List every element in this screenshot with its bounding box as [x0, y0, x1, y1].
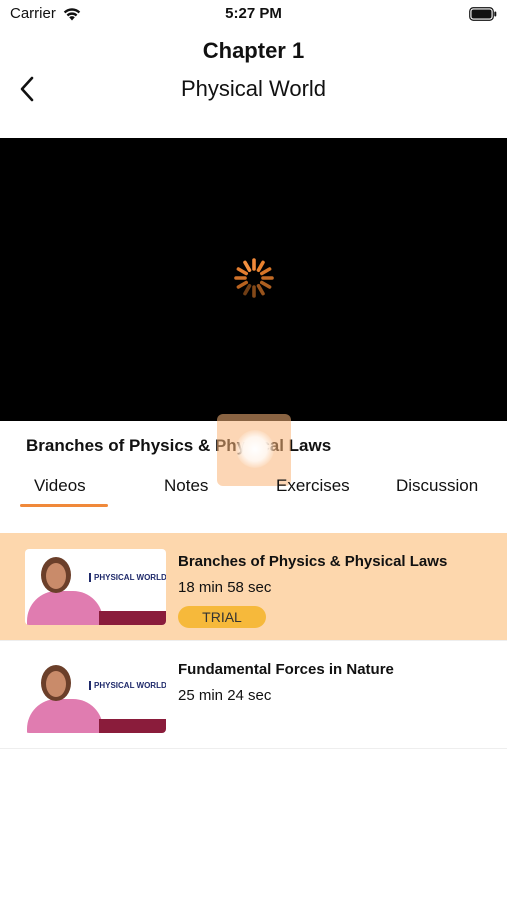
thumbnail-bar — [99, 611, 166, 625]
battery-icon — [469, 7, 497, 21]
tab-videos[interactable]: Videos — [34, 476, 86, 496]
video-player[interactable] — [0, 138, 507, 421]
navigation-header: Chapter 1 Physical World — [0, 30, 507, 130]
tab-exercises[interactable]: Exercises — [276, 476, 350, 496]
video-list: PHYSICAL WORLD Branches of Physics & Phy… — [0, 533, 507, 749]
chapter-title: Chapter 1 — [202, 38, 305, 63]
content-tabs: Videos Notes Exercises Discussion — [0, 470, 507, 510]
status-bar: Carrier 5:27 PM — [0, 0, 507, 28]
video-title: Branches of Physics & Physical Laws — [178, 553, 448, 570]
tab-discussion[interactable]: Discussion — [396, 476, 478, 496]
thumbnail-label: PHYSICAL WORLD — [89, 681, 166, 690]
status-time: 5:27 PM — [225, 5, 282, 22]
loading-spinner-icon — [234, 258, 274, 298]
thumbnail-bar — [99, 719, 166, 733]
thumbnail-label: PHYSICAL WORLD — [89, 573, 166, 582]
trial-badge: TRIAL — [178, 606, 266, 628]
presenter-image — [27, 591, 103, 625]
video-duration: 25 min 24 sec — [178, 687, 272, 704]
video-title: Fundamental Forces in Nature — [178, 661, 394, 678]
list-item[interactable]: PHYSICAL WORLD Branches of Physics & Phy… — [0, 533, 507, 641]
video-thumbnail: PHYSICAL WORLD — [25, 657, 166, 733]
active-tab-indicator — [20, 504, 108, 507]
presenter-image — [27, 699, 103, 733]
video-duration: 18 min 58 sec — [178, 579, 272, 596]
page-title: Physical World — [180, 76, 327, 101]
presenter-face — [46, 671, 66, 697]
video-thumbnail: PHYSICAL WORLD — [25, 549, 166, 625]
presenter-face — [46, 563, 66, 589]
tab-notes[interactable]: Notes — [164, 476, 208, 496]
list-item[interactable]: PHYSICAL WORLD Fundamental Forces in Nat… — [0, 641, 507, 749]
overlay-glow-icon — [236, 430, 274, 468]
